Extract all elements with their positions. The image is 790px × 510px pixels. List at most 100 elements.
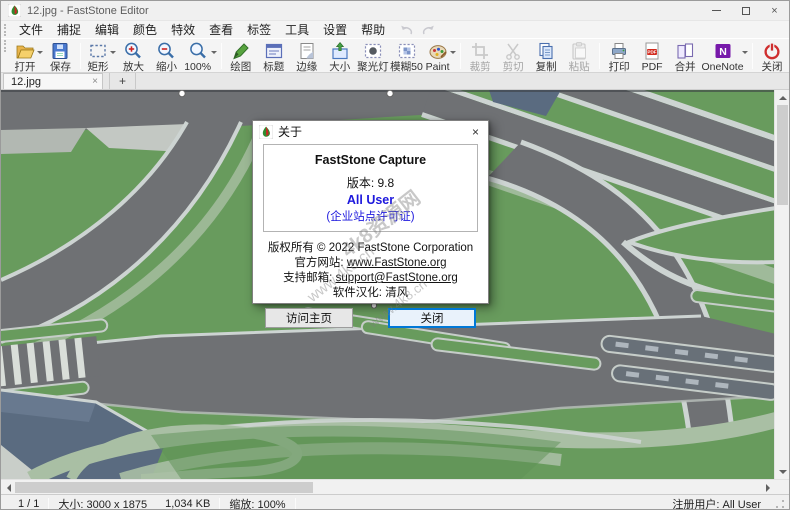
tab-label: 12.jpg: [11, 76, 41, 88]
menu-item-tags[interactable]: 标签: [240, 21, 278, 39]
horizontal-scroll-thumb[interactable]: [15, 482, 313, 493]
menu-item-capture[interactable]: 捕捉: [50, 21, 88, 39]
website-row: 官方网站: www.FastStone.org: [263, 257, 478, 270]
resize-button[interactable]: 大小: [324, 40, 357, 72]
email-row: 支持邮箱: support@FastStone.org: [263, 272, 478, 285]
email-link[interactable]: support@FastStone.org: [336, 272, 458, 284]
spotlight-icon: [363, 41, 383, 61]
menu-item-help[interactable]: 帮助: [354, 21, 392, 39]
dialog-title: 关于: [278, 123, 470, 140]
minimize-icon: [712, 10, 721, 11]
horizontal-scrollbar[interactable]: [1, 479, 789, 494]
dialog-close-button[interactable]: 关闭: [388, 308, 476, 328]
dropdown-caret-icon[interactable]: [450, 51, 456, 54]
svg-text:PDF: PDF: [647, 50, 656, 55]
vertical-scrollbar[interactable]: [774, 90, 789, 479]
paint-button[interactable]: Paint: [424, 40, 457, 72]
scroll-up-button[interactable]: [775, 90, 790, 105]
zoom-in-button[interactable]: 放大: [117, 40, 150, 72]
edge-button[interactable]: 边缘: [291, 40, 324, 72]
merge-button[interactable]: 合并: [669, 40, 702, 72]
rect-select-icon: [88, 41, 108, 61]
draw-button[interactable]: 绘图: [225, 40, 258, 72]
menu-item-view[interactable]: 查看: [202, 21, 240, 39]
edge-page-icon: [297, 41, 317, 61]
zoom-out-button[interactable]: 缩小: [150, 40, 183, 72]
open-button[interactable]: 打开: [11, 40, 44, 72]
menu-item-edit[interactable]: 编辑: [88, 21, 126, 39]
dropdown-caret-icon[interactable]: [110, 51, 116, 54]
zoom-100-icon: [188, 41, 208, 61]
visit-homepage-button[interactable]: 访问主页: [265, 308, 353, 328]
status-size: 大小: 3000 x 1875: [49, 496, 156, 510]
dropdown-caret-icon[interactable]: [211, 51, 217, 54]
arrow-up-icon: [779, 96, 787, 100]
resize-grip[interactable]: [775, 499, 785, 509]
copyright-text: 版权所有 © 2022 FastStone Corporation: [263, 239, 478, 255]
onenote-button[interactable]: N OneNote: [702, 40, 749, 72]
save-floppy-icon: [50, 41, 70, 61]
zoom-in-icon: [123, 41, 143, 61]
status-bar: 1 / 1 大小: 3000 x 1875 1,034 KB 缩放: 100% …: [1, 494, 789, 510]
dropdown-caret-icon[interactable]: [37, 51, 43, 54]
close-editor-button[interactable]: 关闭: [756, 40, 789, 72]
new-tab-button[interactable]: +: [109, 73, 136, 89]
rectangle-select-button[interactable]: 矩形: [84, 40, 117, 72]
arrow-right-icon: [766, 484, 770, 492]
merge-pages-icon: [675, 41, 695, 61]
copy-button[interactable]: 复制: [530, 40, 563, 72]
power-close-icon: [762, 41, 782, 61]
toolbar-grip[interactable]: [4, 40, 8, 52]
tab-close-icon[interactable]: ×: [92, 77, 98, 87]
blur-mosaic-icon: [397, 41, 417, 61]
print-button[interactable]: 打印: [603, 40, 636, 72]
scroll-right-button[interactable]: [760, 480, 775, 495]
zoom-out-icon: [156, 41, 176, 61]
tab-12jpg[interactable]: 12.jpg ×: [3, 73, 103, 89]
dialog-title-bar[interactable]: 关于 ×: [253, 121, 488, 142]
dialog-body: FastStone Capture 版本: 9.8 All User (企业站点…: [253, 142, 488, 328]
crop-button[interactable]: 裁剪: [464, 40, 497, 72]
caption-button[interactable]: 标题: [258, 40, 291, 72]
dropdown-caret-icon[interactable]: [742, 51, 748, 54]
scroll-left-button[interactable]: [1, 480, 16, 495]
redo-icon[interactable]: [421, 24, 436, 36]
tab-bar: 12.jpg × +: [1, 73, 789, 90]
canvas-viewport[interactable]: 关于 × FastStone Capture 版本: 9.8 All User …: [1, 90, 774, 479]
undo-icon[interactable]: [399, 24, 414, 36]
save-button[interactable]: 保存: [44, 40, 77, 72]
menubar-grip[interactable]: [4, 24, 9, 36]
toolbar-separator: [599, 43, 600, 69]
menu-item-effects[interactable]: 特效: [164, 21, 202, 39]
caption-icon: [264, 41, 284, 61]
menu-item-colors[interactable]: 颜色: [126, 21, 164, 39]
dialog-buttons: 访问主页 关闭: [263, 300, 478, 328]
maximize-icon: [742, 7, 750, 15]
faststone-logo-icon: [259, 125, 273, 139]
blur-button[interactable]: 模糊50: [390, 40, 424, 72]
vertical-scroll-thumb[interactable]: [777, 105, 788, 205]
paste-button[interactable]: 粘贴: [563, 40, 596, 72]
status-separator: [295, 498, 296, 510]
website-link[interactable]: www.FastStone.org: [347, 257, 447, 269]
scroll-down-button[interactable]: [775, 464, 790, 479]
minimize-button[interactable]: [702, 1, 731, 20]
title-bar: 12.jpg - FastStone Editor ×: [1, 1, 789, 20]
close-window-button[interactable]: ×: [760, 1, 789, 20]
draw-pen-icon: [231, 41, 251, 61]
menu-item-file[interactable]: 文件: [12, 21, 50, 39]
status-registered-user: 注册用户: All User: [663, 496, 770, 510]
zoom-100-button[interactable]: 100%: [183, 40, 217, 72]
dialog-close-icon[interactable]: ×: [470, 126, 481, 138]
printer-icon: [609, 41, 629, 61]
maximize-button[interactable]: [731, 1, 760, 20]
menu-item-tools[interactable]: 工具: [278, 21, 316, 39]
cut-button[interactable]: 剪切: [497, 40, 530, 72]
license-note[interactable]: (企业站点许可证): [268, 208, 473, 224]
menu-item-settings[interactable]: 设置: [316, 21, 354, 39]
about-groupbox: FastStone Capture 版本: 9.8 All User (企业站点…: [263, 144, 478, 232]
pdf-button[interactable]: PDF PDF: [636, 40, 669, 72]
spotlight-button[interactable]: 聚光灯: [357, 40, 390, 72]
license-user: All User: [268, 193, 473, 207]
app-version: 版本: 9.8: [268, 174, 473, 191]
